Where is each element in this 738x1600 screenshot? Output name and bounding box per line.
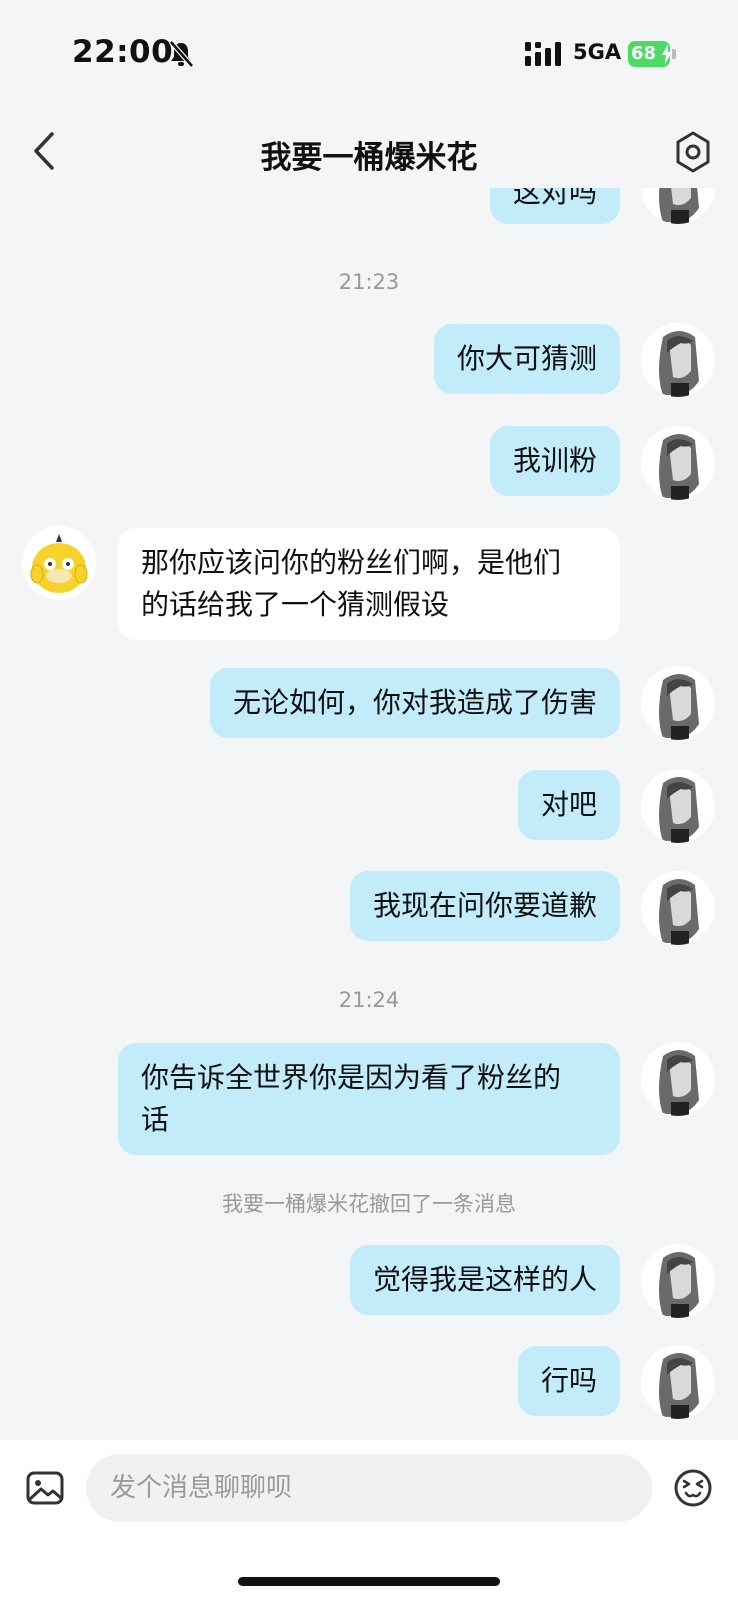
status-bar: 22:00 5GA 68 (0, 0, 738, 100)
message-bubble-me[interactable]: 对吧 (517, 770, 620, 840)
message-bubble-me[interactable]: 你大可猜测 (433, 324, 620, 394)
message-bubble-me[interactable]: 你告诉全世界你是因为看了粉丝的 话 (118, 1043, 620, 1155)
bell-slash-icon (169, 40, 194, 68)
settings-icon[interactable] (672, 129, 714, 175)
avatar-me[interactable] (641, 1042, 715, 1116)
message-bubble-me[interactable]: 行吗 (517, 1346, 620, 1416)
page-title: 我要一桶爆米花 (260, 140, 478, 176)
input-bar (0, 1440, 738, 1600)
message-timestamp: 21:23 (338, 270, 400, 294)
message-bubble-me[interactable]: 无论如何，你对我造成了伤害 (209, 668, 620, 738)
charging-bolt-icon (662, 44, 672, 64)
battery-tip (672, 49, 676, 59)
avatar-me[interactable] (641, 323, 715, 397)
avatar-me[interactable] (641, 1244, 715, 1318)
chat-area[interactable]: 这对吗 21:23 你大可猜测 我训粉 那你应该问你的粉丝们啊，是他们 的话给我… (0, 188, 738, 1440)
avatar-me[interactable] (641, 426, 715, 500)
message-bubble-me[interactable]: 我训粉 (489, 426, 620, 496)
home-indicator (238, 1577, 500, 1586)
network-type: 5GA (573, 40, 622, 64)
avatar-other[interactable] (22, 526, 96, 600)
message-timestamp: 21:24 (338, 988, 400, 1012)
nav-bar: 我要一桶爆米花 (0, 120, 738, 186)
message-bubble-other[interactable]: 那你应该问你的粉丝们啊，是他们 的话给我了一个猜测假设 (118, 528, 620, 640)
avatar-me[interactable] (641, 871, 715, 945)
status-time: 22:00 (72, 34, 174, 70)
avatar-me[interactable] (641, 666, 715, 740)
image-icon[interactable] (26, 1470, 64, 1506)
signal-icon (525, 42, 561, 66)
avatar-me[interactable] (641, 1345, 715, 1419)
emoji-icon[interactable] (673, 1468, 713, 1508)
avatar-me[interactable] (641, 769, 715, 843)
message-bubble-me[interactable]: 这对吗 (489, 188, 620, 224)
message-bubble-me[interactable]: 觉得我是这样的人 (349, 1245, 620, 1315)
message-bubble-me[interactable]: 我现在问你要道歉 (349, 871, 620, 941)
recall-notice: 我要一桶爆米花撤回了一条消息 (222, 1192, 516, 1216)
message-input[interactable] (86, 1454, 652, 1522)
battery-level: 68 (631, 43, 657, 64)
avatar-me[interactable] (641, 188, 715, 224)
